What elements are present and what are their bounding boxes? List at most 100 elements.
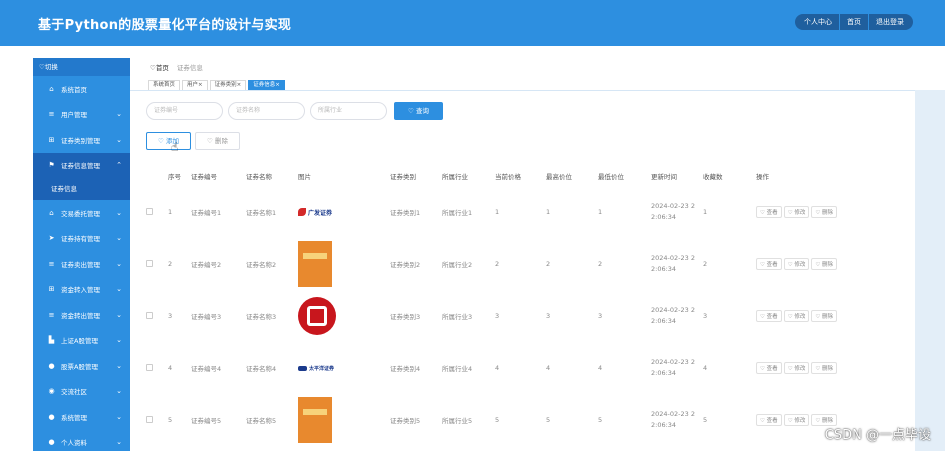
profile-button[interactable]: 个人中心 (795, 14, 840, 30)
sidebar-item[interactable]: ≡ 证券卖出管理 ⌄ (33, 251, 130, 277)
view-button[interactable]: ♡ 查看 (756, 310, 782, 322)
cell-name: 证券名称1 (246, 209, 277, 217)
sidebar-item[interactable]: ➤ 证券持有管理 ⌄ (33, 226, 130, 252)
sidebar-item-label: 证券持有管理 (61, 235, 100, 244)
chevron-down-icon: ⌄ (116, 285, 122, 294)
breadcrumb-home[interactable]: ♡首页 (150, 64, 169, 72)
edit-button[interactable]: ♡ 修改 (783, 206, 810, 218)
cell-code: 证券编号4 (191, 365, 222, 373)
time-line: 2024-02-23 2 (651, 202, 695, 210)
sidebar-item[interactable]: ⊞ 资金转入管理 ⌄ (33, 277, 130, 303)
breadcrumb-current: 证券信息 (176, 64, 203, 72)
book-cover-image (298, 397, 332, 443)
cell-high: 4 (546, 364, 551, 372)
view-button[interactable]: ♡ 查看 (756, 414, 782, 426)
cell-fav: 5 (703, 416, 708, 424)
cell-industry: 所属行业2 (442, 261, 473, 269)
cell-fav: 1 (703, 208, 708, 216)
sidebar-item[interactable]: ● 个人资料 ⌄ (33, 430, 130, 451)
chevron-down-icon: ⌄ (116, 336, 122, 345)
list-icon: ≡ (48, 310, 55, 319)
row-checkbox[interactable] (146, 363, 153, 371)
edit-button[interactable]: ♡ 修改 (783, 258, 810, 270)
chevron-down-icon: ⌄ (116, 361, 122, 370)
name-search-input[interactable]: 证券名称 (228, 102, 305, 120)
sidebar-switch-button[interactable]: ♡切换 (33, 58, 130, 76)
sidebar-item[interactable]: ● 股票A股管理 ⌄ (33, 353, 130, 379)
edit-button[interactable]: ♡ 修改 (783, 310, 810, 322)
cell-code: 证券编号1 (191, 209, 222, 217)
cell-code: 证券编号2 (191, 261, 222, 269)
sidebar-item[interactable]: ▙ 上证A股管理 ⌄ (33, 328, 130, 354)
cell-price: 4 (495, 364, 500, 372)
user-icon: ● (48, 438, 55, 447)
sidebar-item[interactable]: ◉ 交流社区 ⌄ (33, 379, 130, 405)
delete-row-button[interactable]: ♡ 删除 (811, 362, 838, 374)
code-search-input[interactable]: 证券编号 (146, 102, 223, 120)
chevron-down-icon: ⌄ (116, 234, 122, 243)
cell-price: 1 (495, 208, 500, 216)
sidebar-item-label: 个人资料 (61, 439, 87, 448)
cell-category: 证券类别2 (390, 261, 421, 269)
home-button[interactable]: 首页 (840, 14, 869, 30)
sidebar-item-label: 股票A股管理 (61, 362, 98, 371)
query-button[interactable]: ♡ 查询 (394, 102, 443, 120)
sidebar-item[interactable]: ≡ 用户管理 ⌄ (33, 102, 130, 128)
sidebar-item[interactable]: ⚑ 证券信息管理 ⌃ (33, 152, 130, 178)
row-checkbox[interactable] (146, 259, 153, 267)
delete-button[interactable]: ♡ 删除 (195, 132, 240, 150)
cell-industry: 所属行业1 (442, 209, 473, 217)
time-cell: 2024-02-23 2 2:06:34 (651, 342, 703, 394)
delete-row-button[interactable]: ♡ 删除 (811, 206, 838, 218)
flag-icon: ⚑ (48, 161, 55, 170)
logout-button[interactable]: 退出登录 (869, 14, 913, 30)
column-header: 更新时间 (651, 173, 677, 181)
cell-low: 3 (598, 312, 603, 320)
chevron-down-icon: ⌄ (116, 412, 122, 421)
edit-button[interactable]: ♡ 修改 (783, 362, 810, 374)
row-checkbox[interactable] (146, 207, 153, 215)
sidebar-subitem[interactable]: 证券信息 (33, 178, 130, 200)
delete-row-button[interactable]: ♡ 删除 (811, 258, 838, 270)
search-bar: 证券编号 证券名称 所属行业 ♡ 查询 (146, 102, 443, 120)
cell-idx: 1 (168, 208, 173, 216)
column-header: 证券类别 (390, 173, 416, 181)
cell-low: 1 (598, 208, 603, 216)
time-line: 2024-02-23 2 (651, 358, 695, 366)
breadcrumb: ♡首页 证券信息 (150, 62, 203, 72)
cell-low: 2 (598, 260, 603, 268)
sidebar-item-label: 系统首页 (61, 85, 87, 94)
time-cell: 2024-02-23 2 2:06:34 (651, 394, 703, 446)
sidebar-item[interactable]: ⌂ 交易委托管理 ⌄ (33, 200, 130, 226)
add-button[interactable]: ♡ 添加 (146, 132, 191, 150)
column-header: 当前价格 (495, 173, 521, 181)
table-row: 1 证券编号1 证券名称1 广发证券 证券类别1 所属行业1 1 1 1 2024-02-23 2… (146, 186, 856, 238)
cell-high: 3 (546, 312, 551, 320)
row-checkbox-cell (146, 290, 168, 342)
sidebar-item-label: 交易委托管理 (61, 209, 100, 218)
edit-button[interactable]: ♡ 修改 (783, 414, 810, 426)
time-line: 2:06:34 (651, 317, 677, 325)
column-header: 证券名称 (246, 173, 272, 181)
sidebar-item-label: 证券类别管理 (61, 136, 100, 145)
sidebar-item[interactable]: ● 系统管理 ⌄ (33, 404, 130, 430)
watermark: CSDN @一点毕设 (824, 428, 931, 443)
cell-idx: 5 (168, 416, 173, 424)
cell-price: 5 (495, 416, 500, 424)
chevron-down-icon: ⌄ (116, 387, 122, 396)
view-button[interactable]: ♡ 查看 (756, 206, 782, 218)
time-cell: 2024-02-23 2 2:06:34 (651, 290, 703, 342)
industry-search-input[interactable]: 所属行业 (310, 102, 387, 120)
sidebar-item[interactable]: ⊞ 证券类别管理 ⌄ (33, 127, 130, 153)
sidebar-item[interactable]: ≡ 资金转出管理 ⌄ (33, 302, 130, 328)
sidebar-item-label: 证券卖出管理 (61, 260, 100, 269)
row-checkbox[interactable] (146, 415, 153, 423)
view-button[interactable]: ♡ 查看 (756, 362, 782, 374)
sidebar-item[interactable]: ⌂ 系统首页 (33, 76, 130, 102)
home-icon: ⌂ (49, 84, 54, 93)
view-button[interactable]: ♡ 查看 (756, 258, 782, 270)
image-cell: 太平洋证券 (298, 342, 390, 394)
delete-row-button[interactable]: ♡ 删除 (811, 310, 838, 322)
row-checkbox[interactable] (146, 311, 153, 319)
image-cell (298, 238, 390, 290)
